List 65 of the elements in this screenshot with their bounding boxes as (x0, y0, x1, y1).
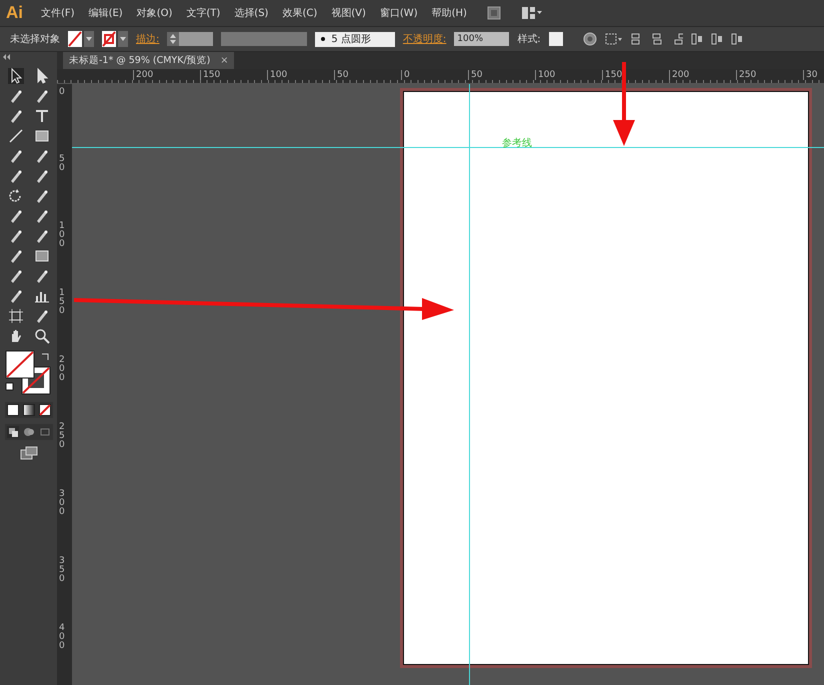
menu-item[interactable]: 帮助(H) (432, 6, 467, 20)
zoom-icon[interactable] (34, 328, 50, 344)
stroke-weight-field[interactable] (167, 32, 214, 46)
ruler-label: 150 (59, 289, 66, 316)
line-icon[interactable] (8, 128, 24, 144)
rotate-icon[interactable] (8, 188, 24, 204)
fill-stroke-swatches-icon[interactable] (4, 350, 54, 396)
fill-swatch-icon[interactable] (68, 31, 94, 47)
type-tool-icon[interactable] (34, 108, 50, 124)
arrange-documents-icon[interactable] (520, 6, 543, 20)
gradient-mode-icon[interactable] (22, 404, 34, 416)
ruler-label: 150 (200, 70, 220, 80)
ruler-label: 200 (133, 70, 154, 80)
draw-normal-icon[interactable] (6, 426, 18, 438)
brush-dropdown[interactable]: 5 点圆形 (315, 32, 395, 46)
transform-icon[interactable] (604, 33, 623, 45)
smart-guide-label: 参考线 (502, 136, 532, 150)
opacity-link[interactable]: 不透明度: (402, 32, 446, 46)
menu-item[interactable]: 文件(F) (41, 6, 75, 20)
ruler-label: 50 (334, 70, 348, 80)
ruler-label: 200 (669, 70, 690, 80)
align-bottom-icon[interactable] (730, 33, 743, 45)
ruler-label: 0 (401, 70, 410, 80)
align-top-icon[interactable] (690, 33, 703, 45)
rectangle-icon[interactable] (34, 128, 50, 144)
ruler-label: 50 (468, 70, 482, 80)
ruler-label: 250 (736, 70, 756, 80)
ruler-label: 50 (59, 155, 66, 173)
color-mode-icon[interactable] (6, 404, 18, 416)
opacity-field[interactable]: 100% (454, 32, 510, 46)
menu-item[interactable]: 编辑(E) (88, 6, 123, 20)
ruler-label: 30 (803, 70, 818, 80)
ruler-label: 100 (267, 70, 288, 80)
ruler-label: 100 (59, 222, 66, 249)
menu-item[interactable]: 视图(V) (331, 6, 366, 20)
document-tab[interactable]: 未标题-1* @ 59% (CMYK/预览) × (63, 52, 234, 69)
ruler-label: 350 (59, 557, 66, 584)
spinner-arrows-icon[interactable] (167, 32, 180, 46)
ruler-label: 0 (59, 88, 66, 97)
ruler-label: 250 (59, 423, 66, 450)
draw-behind-icon[interactable] (22, 426, 34, 438)
artboard-icon[interactable] (8, 308, 24, 324)
ruler-label: 100 (535, 70, 556, 80)
menu-item[interactable]: 文字(T) (186, 6, 220, 20)
align-middle-icon[interactable] (710, 33, 723, 45)
style-swatch[interactable] (548, 32, 563, 46)
ruler-label: 150 (602, 70, 622, 80)
ruler-label: 200 (59, 356, 66, 383)
menu-item[interactable]: 选择(S) (234, 6, 268, 20)
style-label: 样式: (517, 32, 541, 46)
menu-item[interactable]: 效果(C) (282, 6, 318, 20)
ruler-label: 400 (59, 624, 66, 651)
close-tab-button[interactable]: × (220, 55, 228, 66)
ruler-label: 300 (59, 490, 66, 517)
align-center-icon[interactable] (650, 33, 663, 45)
stroke-link[interactable]: 描边: (136, 32, 160, 46)
app-logo: Ai (6, 3, 23, 23)
none-mode-icon[interactable] (38, 404, 50, 416)
menu-item[interactable]: 窗口(W) (380, 6, 418, 20)
stroke-swatch-icon[interactable] (102, 31, 128, 47)
collapse-icon[interactable] (3, 54, 11, 60)
menu-item[interactable]: 对象(O) (136, 6, 172, 20)
screen-mode-icon[interactable] (20, 446, 38, 460)
draw-inside-icon[interactable] (38, 426, 50, 438)
selection-status: 未选择对象 (10, 32, 60, 46)
